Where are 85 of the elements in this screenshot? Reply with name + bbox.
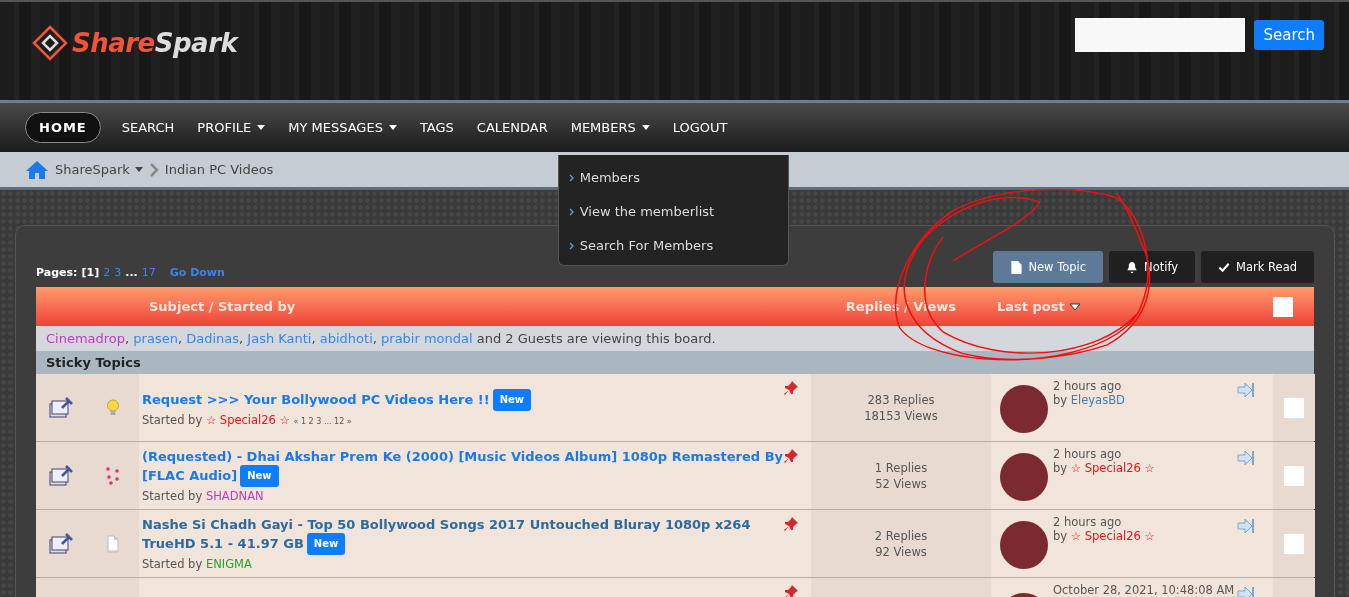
menu-item[interactable]: Members <box>558 160 788 194</box>
caret-icon <box>641 125 650 130</box>
nav-item[interactable]: CALENDAR <box>467 113 557 142</box>
pin-icon <box>783 448 799 464</box>
search-field[interactable] <box>1075 18 1246 52</box>
pin-icon <box>783 380 799 396</box>
user-link[interactable]: Jash Kanti, <box>247 331 316 346</box>
by-label: by <box>1053 461 1068 475</box>
nav-item[interactable]: LOGOUT <box>663 113 737 142</box>
section-heading: Sticky Topics <box>36 351 1314 374</box>
breadcrumb-link[interactable]: Indian PC Videos <box>164 162 274 177</box>
chevron-icon <box>568 241 575 250</box>
replies-count: 283 Replies <box>867 391 935 408</box>
by-label: by <box>1053 393 1068 407</box>
menu-item[interactable]: Search For Members <box>558 228 788 262</box>
viewers-text: and 2 Guests are viewing this board. <box>476 331 716 346</box>
nav-item[interactable]: HOME <box>25 112 101 143</box>
avatar-placeholder <box>1000 453 1048 501</box>
select-all-checkbox[interactable] <box>1273 296 1293 317</box>
started-by-label: Started by <box>142 488 203 503</box>
logo-icon <box>32 25 68 61</box>
avatar-placeholder <box>1000 521 1048 569</box>
menu-item[interactable]: View the memberlist <box>558 194 788 228</box>
caret-icon <box>257 125 266 130</box>
last-post-time: October 28, 2021, 10:48:08 AM <box>1053 583 1235 597</box>
last-poster-link[interactable]: EleyasBD <box>1070 393 1125 407</box>
sticky-topic-icon <box>48 531 74 556</box>
pages-label: Pages: <box>36 265 78 279</box>
user-link[interactable]: Dadinas, <box>186 331 244 346</box>
action-button[interactable]: Mark Read <box>1201 251 1314 283</box>
bell-icon <box>1126 260 1139 274</box>
last-post-time: 2 hours ago <box>1053 447 1123 461</box>
new-badge: New <box>306 532 346 555</box>
breadcrumb-link[interactable]: ShareSpark <box>55 162 143 177</box>
lightbulb-icon <box>105 398 120 417</box>
home-icon[interactable] <box>25 159 49 180</box>
nav-item[interactable]: SEARCH <box>112 113 184 142</box>
topic-checkbox[interactable] <box>1284 465 1304 486</box>
chevron-icon <box>148 162 159 177</box>
topic-title-link[interactable]: Request >>> Your Bollywood PC Videos Here !! New <box>142 388 797 411</box>
replies-count: 2 Replies <box>874 527 928 544</box>
user-link[interactable]: Cinemadrop, <box>46 331 130 346</box>
new-badge: New <box>492 388 532 411</box>
replies-count: 1 Replies <box>874 459 928 476</box>
user-link[interactable]: abidhoti, <box>319 331 377 346</box>
chevron-icon <box>568 173 575 182</box>
new-badge: New <box>240 464 279 487</box>
document-icon <box>104 534 121 553</box>
logo-text[interactable]: ShareSpark <box>72 28 238 58</box>
topic-checkbox[interactable] <box>1284 397 1304 418</box>
user-link[interactable]: prasen, <box>133 331 183 346</box>
topic-checkbox[interactable] <box>1284 533 1304 554</box>
nav-item[interactable]: MEMBERS <box>561 113 659 142</box>
last-poster-link[interactable]: ☆ Special26 ☆ <box>1070 461 1155 475</box>
starter-link[interactable]: ☆ Special26 ☆ <box>205 412 290 427</box>
chevron-icon <box>568 207 575 216</box>
nav-item[interactable]: MY MESSAGES <box>279 113 406 142</box>
nav-item[interactable]: TAGS <box>410 113 463 142</box>
pin-icon <box>783 584 799 597</box>
last-post-time: 2 hours ago <box>1053 515 1123 529</box>
search-button[interactable]: Search <box>1254 20 1324 50</box>
caret-icon <box>388 125 397 130</box>
topic-title-link[interactable]: Nashe Si Chadh Gayi - Top 50 Bollywood Songs 2017 Untouched Bluray 1080p x264 TrueHD 5.1 - 41.97 GB New <box>142 516 797 555</box>
starter-link[interactable]: SHADNAN <box>205 488 264 503</box>
started-by-label: Started by <box>142 556 203 571</box>
go-to-last-post-icon[interactable] <box>1237 450 1255 466</box>
views-count: 92 Views <box>875 543 927 560</box>
document-icon <box>1010 260 1023 274</box>
by-label: by <box>1053 529 1068 543</box>
sticky-topic-icon <box>48 395 74 420</box>
pin-icon <box>783 516 799 532</box>
avatar-placeholder <box>1000 385 1048 433</box>
views-count: 18153 Views <box>864 407 938 424</box>
views-count: 52 Views <box>875 475 927 492</box>
action-button[interactable]: New Topic <box>993 251 1104 283</box>
nav-item[interactable]: PROFILE <box>188 113 275 142</box>
last-post-time: 2 hours ago <box>1053 379 1123 393</box>
caret-icon <box>134 167 143 172</box>
topic-pages-links[interactable]: « 1 2 3 ... 12 » <box>293 416 352 426</box>
sticky-topic-icon <box>48 463 74 488</box>
last-poster-link[interactable]: ☆ Special26 ☆ <box>1070 529 1155 543</box>
go-to-last-post-icon[interactable] <box>1237 382 1255 398</box>
topic-title-link[interactable]: (Requested) - Dhai Akshar Prem Ke (2000) [Music Videos Album] 1080p Remastered By [FLAC Audio] New <box>142 448 797 487</box>
started-by-label: Started by <box>142 412 203 427</box>
go-to-last-post-icon[interactable] <box>1237 518 1255 534</box>
